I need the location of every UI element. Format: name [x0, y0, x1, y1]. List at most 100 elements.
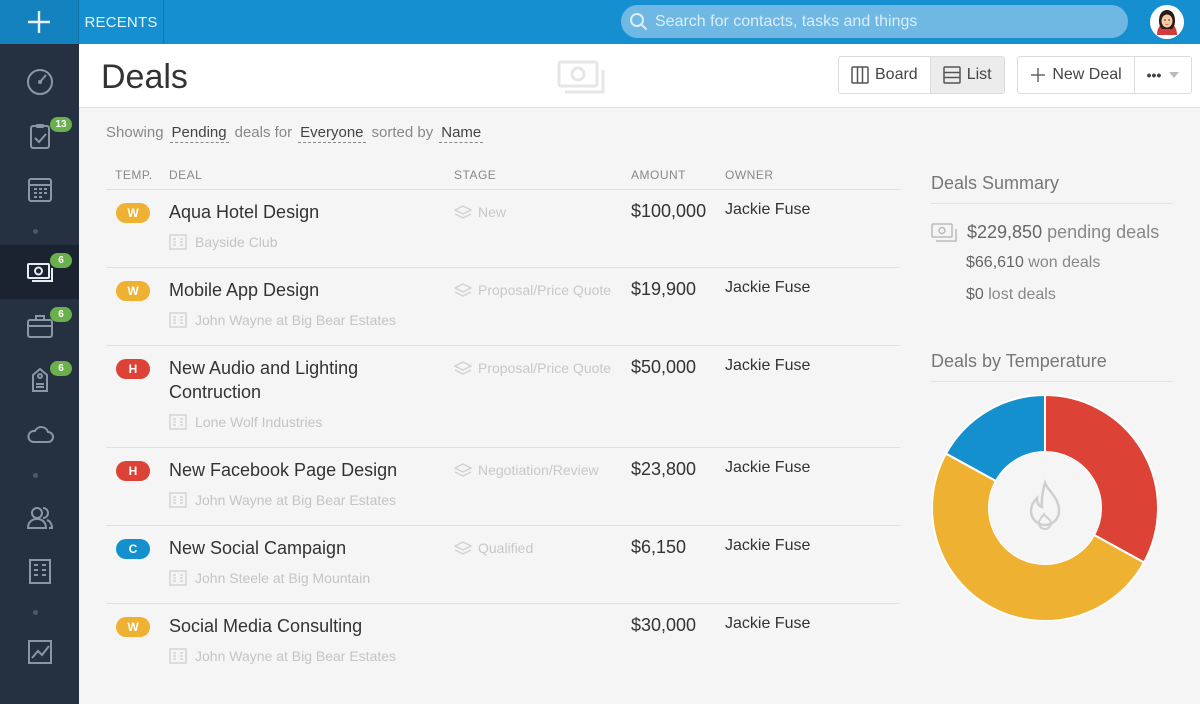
list-view-button[interactable]: List	[929, 57, 1004, 93]
deal-name[interactable]: Mobile App Design	[169, 278, 409, 302]
column-header-deal[interactable]: DEAL	[169, 168, 202, 182]
company-name: John Wayne at Big Bear Estates	[195, 648, 397, 664]
table-row[interactable]: W Social Media Consulting John Wayne at …	[106, 604, 900, 682]
sidebar-item-deals[interactable]: 6	[0, 245, 79, 299]
deal-name[interactable]: New Facebook Page Design	[169, 458, 409, 482]
sidebar-item-calendar[interactable]	[0, 163, 79, 217]
temperature-badge: W	[116, 203, 150, 223]
table-row[interactable]: H New Audio and Lighting Contruction Lon…	[106, 346, 900, 448]
sidebar-item-leads[interactable]: 6	[0, 353, 79, 407]
deal-stage: Negotiation/Review	[454, 462, 599, 478]
top-bar: RECENTS	[0, 0, 1200, 44]
deal-company[interactable]: John Wayne at Big Bear Estates	[169, 492, 396, 508]
more-actions-button[interactable]: •••	[1135, 56, 1192, 94]
reports-icon	[27, 640, 52, 664]
deal-name[interactable]: Social Media Consulting	[169, 614, 409, 638]
contacts-icon	[26, 507, 53, 529]
money-icon	[931, 222, 957, 242]
deal-name[interactable]: New Social Campaign	[169, 536, 409, 560]
more-dots: •••	[1146, 67, 1162, 83]
deals-badge: 6	[50, 253, 72, 268]
page-title: Deals	[101, 58, 188, 96]
deal-amount: $30,000	[631, 615, 697, 635]
sidebar-item-dashboard[interactable]	[0, 55, 79, 109]
deal-company[interactable]: Bayside Club	[169, 234, 278, 250]
deal-company[interactable]: John Steele at Big Mountain	[169, 570, 370, 586]
table-row[interactable]: W Mobile App Design John Wayne at Big Be…	[106, 268, 900, 346]
deal-stage: Proposal/Price Quote	[454, 282, 611, 298]
sidebar-separator	[33, 610, 38, 615]
status-filter[interactable]: Pending	[169, 124, 229, 143]
stage-label: Proposal/Price Quote	[478, 360, 612, 376]
sidebar-item-projects[interactable]: 6	[0, 299, 79, 353]
deal-stage: Qualified	[454, 540, 533, 556]
won-amount: $66,610	[966, 254, 1024, 271]
search-bar[interactable]	[621, 5, 1128, 38]
sidebar-item-contacts[interactable]	[0, 490, 79, 544]
search-icon	[630, 12, 648, 30]
column-header-temp[interactable]: TEMP.	[115, 168, 153, 182]
deal-stage: Proposal/Price Quote	[454, 360, 611, 376]
temperature-badge: H	[116, 461, 150, 481]
add-button[interactable]	[0, 0, 79, 44]
deal-owner: Jackie Fuse	[725, 279, 811, 296]
won-summary: $66,610 won deals	[966, 254, 1100, 272]
layers-icon	[454, 283, 472, 297]
sidebar-item-cloud[interactable]	[0, 407, 79, 461]
deal-company[interactable]: John Wayne at Big Bear Estates	[169, 312, 396, 328]
deal-name[interactable]: New Audio and Lighting Contruction	[169, 356, 399, 404]
lost-summary: $0 lost deals	[966, 286, 1056, 304]
deal-company[interactable]: John Wayne at Big Bear Estates	[169, 648, 396, 664]
table-row[interactable]: C New Social Campaign John Steele at Big…	[106, 526, 900, 604]
calendar-icon	[27, 178, 52, 202]
company-name: John Wayne at Big Bear Estates	[195, 492, 397, 508]
plus-icon	[28, 11, 50, 33]
deal-amount: $50,000	[631, 357, 697, 377]
recents-button[interactable]: RECENTS	[79, 0, 164, 44]
temperature-chart-title: Deals by Temperature	[931, 351, 1172, 382]
column-header-stage[interactable]: STAGE	[454, 168, 496, 182]
sort-filter[interactable]: Name	[439, 124, 484, 143]
column-header-owner[interactable]: OWNER	[725, 168, 774, 182]
building-icon	[169, 648, 187, 664]
sidebar-item-reports[interactable]	[0, 625, 79, 679]
deal-owner: Jackie Fuse	[725, 615, 811, 632]
page-header: Deals Board List New Deal •••	[79, 44, 1200, 108]
new-deal-button[interactable]: New Deal	[1017, 56, 1135, 94]
sidebar-separator	[33, 229, 38, 234]
column-header-amount[interactable]: AMOUNT	[631, 168, 686, 182]
sidebar-separator	[33, 473, 38, 478]
deal-amount: $23,800	[631, 459, 697, 479]
deal-company[interactable]: Lone Wolf Industries	[169, 414, 322, 430]
plus-icon	[1031, 68, 1046, 82]
search-input[interactable]	[655, 12, 1115, 31]
view-toggle: Board List	[838, 56, 1005, 94]
deals-summary-title: Deals Summary	[931, 173, 1172, 204]
temperature-badge: W	[116, 617, 150, 637]
deal-name[interactable]: Aqua Hotel Design	[169, 200, 409, 224]
temperature-badge: C	[116, 539, 150, 559]
owner-filter[interactable]: Everyone	[298, 124, 366, 143]
temperature-badge: H	[116, 359, 150, 379]
sidebar-item-tasks[interactable]: 13	[0, 109, 79, 163]
user-avatar[interactable]	[1150, 5, 1184, 39]
projects-badge: 6	[50, 307, 72, 322]
stage-label: Negotiation/Review	[478, 462, 599, 478]
deals-icon	[557, 60, 605, 94]
table-row[interactable]: W Aqua Hotel Design Bayside Club New $10…	[106, 190, 900, 268]
table-row[interactable]: H New Facebook Page Design John Wayne at…	[106, 448, 900, 526]
pending-amount: $229,850	[967, 222, 1043, 242]
deal-owner: Jackie Fuse	[725, 459, 811, 476]
building-icon	[169, 492, 187, 508]
chevron-down-icon	[1169, 72, 1180, 78]
pending-label: pending deals	[1047, 222, 1160, 242]
deal-amount: $6,150	[631, 537, 687, 557]
sidebar-item-companies[interactable]	[0, 544, 79, 598]
leads-badge: 6	[50, 361, 72, 376]
stage-label: Proposal/Price Quote	[478, 282, 612, 298]
tasks-badge: 13	[50, 117, 72, 132]
board-view-button[interactable]: Board	[839, 57, 930, 93]
stage-label: New	[478, 204, 507, 220]
deal-stage: New	[454, 204, 506, 220]
filter-deals-for: deals for	[234, 124, 293, 141]
